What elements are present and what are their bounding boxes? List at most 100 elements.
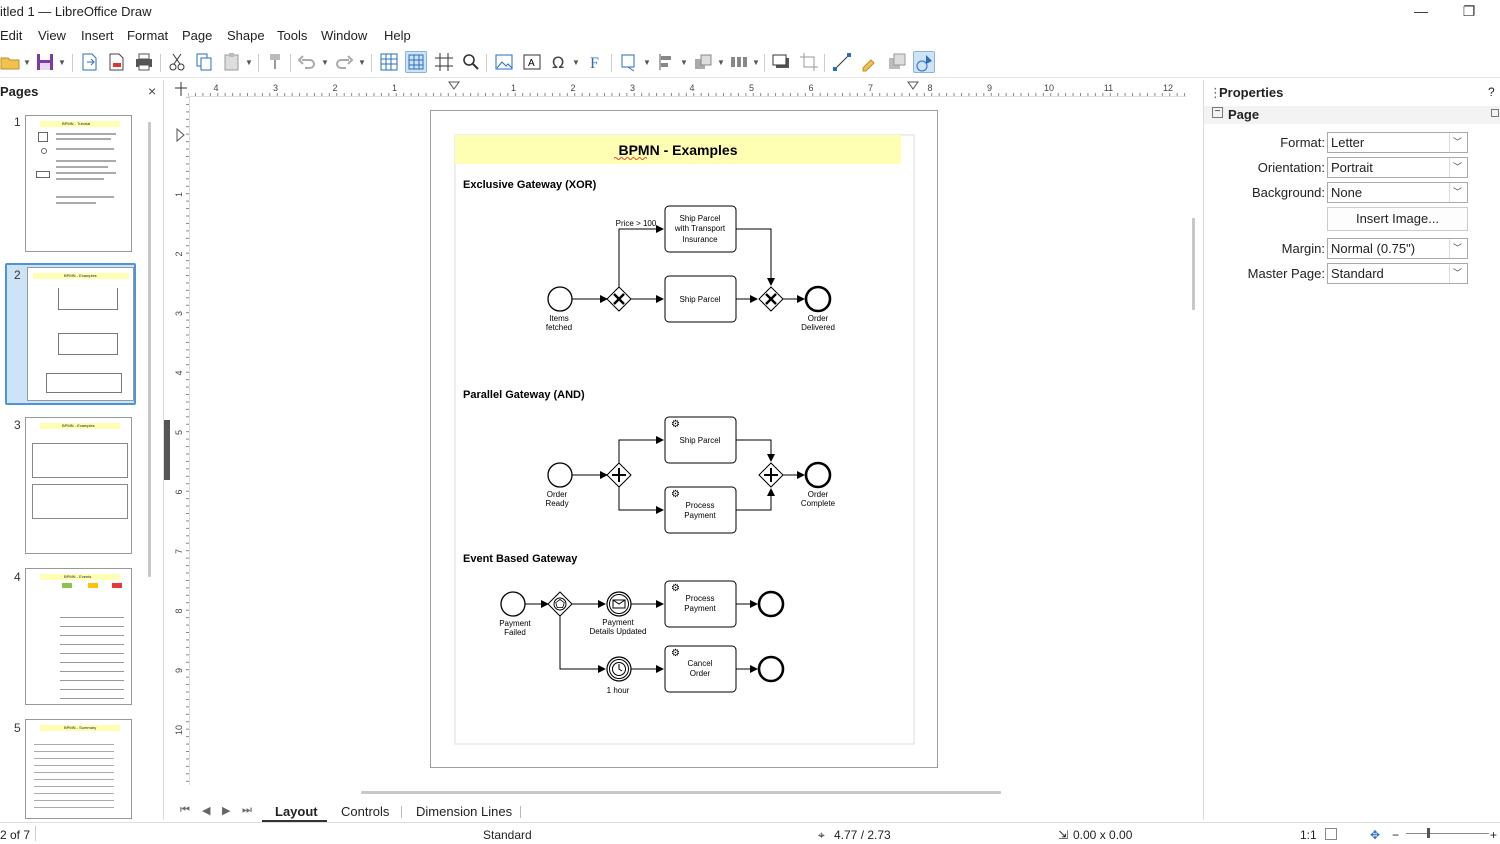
special-character-icon[interactable]: Ω [548, 51, 570, 73]
more-options-icon[interactable] [1491, 109, 1499, 117]
page-thumbnail-4[interactable]: BPMN - Events [25, 568, 132, 705]
save-icon[interactable] [34, 51, 56, 73]
points-edit-icon[interactable] [831, 51, 853, 73]
page-thumbnail-2[interactable]: BPMN - Examples [27, 267, 134, 401]
page-thumbnail-3[interactable]: BPMN - Examples [25, 417, 132, 554]
menu-window[interactable]: Window [321, 28, 367, 43]
close-pages-pane-button[interactable]: × [148, 83, 156, 99]
show-draw-functions-icon[interactable] [913, 51, 935, 73]
ruler-margin-marker[interactable] [448, 81, 460, 90]
arrange-icon[interactable] [692, 51, 714, 73]
thumb-text-line [56, 148, 114, 150]
start-event-items-fetched [547, 286, 573, 312]
transformations-icon[interactable] [618, 51, 640, 73]
menu-shape[interactable]: Shape [227, 28, 265, 43]
zoom-slider-handle[interactable] [1427, 828, 1430, 838]
snap-to-grid-icon[interactable] [405, 51, 427, 73]
master-page-indicator[interactable]: Standard [483, 828, 532, 842]
vertical-ruler[interactable]: 1 2 3 4 5 6 7 8 9 10 [174, 96, 190, 785]
page-thumbnail-5[interactable]: BPMN - Summary [25, 719, 132, 819]
cut-icon[interactable] [166, 51, 188, 73]
distribute-dropdown-icon[interactable]: ▼ [752, 58, 760, 67]
fit-page-icon[interactable]: ✥ [1370, 828, 1380, 842]
pages-scrollbar[interactable] [148, 122, 151, 577]
align-dropdown-icon[interactable]: ▼ [680, 58, 688, 67]
menu-tools[interactable]: Tools [277, 28, 307, 43]
tab-dimension-lines[interactable]: Dimension Lines [416, 804, 512, 819]
ruler-margin-marker[interactable] [907, 81, 919, 90]
tab-layout[interactable]: Layout [262, 800, 327, 822]
format-select[interactable]: Letter ﹀ [1327, 132, 1468, 153]
menu-help[interactable]: Help [384, 28, 411, 43]
first-tab-icon[interactable]: ⏮ [180, 804, 190, 817]
open-dropdown-icon[interactable]: ▼ [23, 58, 31, 67]
zoom-slider[interactable] [1406, 833, 1489, 834]
tab-controls[interactable]: Controls [341, 804, 389, 819]
ruler-label: 2 [332, 83, 337, 93]
zoom-in-icon[interactable]: + [1490, 828, 1497, 842]
transformations-dropdown-icon[interactable]: ▼ [643, 58, 651, 67]
export-pdf-icon[interactable] [105, 51, 127, 73]
print-icon[interactable] [133, 51, 155, 73]
align-objects-icon[interactable] [656, 51, 678, 73]
clone-formatting-icon[interactable] [264, 51, 286, 73]
thumb-title: BPMN - Examples [64, 273, 97, 278]
page-indicator[interactable]: 2 of 7 [0, 828, 30, 842]
export-icon[interactable] [78, 51, 100, 73]
background-select[interactable]: None ﹀ [1327, 182, 1468, 203]
margin-select[interactable]: Normal (0.75") ﹀ [1327, 238, 1468, 259]
page-section-header[interactable]: − Page [1204, 106, 1500, 124]
previous-tab-icon[interactable]: ◀ [202, 804, 210, 817]
zoom-out-icon[interactable]: − [1392, 828, 1399, 842]
horizontal-ruler[interactable]: 4 3 2 1 1 2 3 4 5 6 7 8 9 10 11 12 [187, 80, 1186, 97]
menu-format[interactable]: Format [127, 28, 168, 43]
restore-button[interactable]: ❐ [1446, 2, 1492, 22]
redo-icon[interactable] [333, 51, 355, 73]
fontwork-icon[interactable]: F [585, 51, 607, 73]
master-page-select[interactable]: Standard ﹀ [1327, 263, 1468, 284]
insert-textbox-icon[interactable]: A [521, 51, 543, 73]
insert-image-button[interactable]: Insert Image... [1327, 207, 1468, 231]
menu-view[interactable]: View [38, 28, 66, 43]
menu-page[interactable]: Page [182, 28, 212, 43]
menu-edit[interactable]: Edit [0, 28, 22, 43]
shadow-icon[interactable] [770, 51, 792, 73]
collapse-section-icon[interactable]: − [1212, 107, 1223, 118]
ruler-origin[interactable] [174, 80, 188, 97]
open-folder-icon[interactable] [0, 51, 22, 73]
paste-dropdown-icon[interactable]: ▼ [245, 58, 253, 67]
helplines-icon[interactable] [433, 51, 455, 73]
document-modified-icon[interactable] [1325, 828, 1337, 840]
next-tab-icon[interactable]: ▶ [222, 804, 230, 817]
special-character-dropdown-icon[interactable]: ▼ [572, 58, 580, 67]
orientation-select[interactable]: Portrait ﹀ [1327, 157, 1468, 178]
ruler-margin-marker[interactable] [176, 127, 185, 143]
page-thumbnail-1[interactable]: BPMN - Tutorial [25, 115, 132, 252]
undo-icon[interactable] [296, 51, 318, 73]
position-icon: ⌖ [818, 828, 825, 842]
display-grid-icon[interactable] [378, 51, 400, 73]
copy-icon[interactable] [193, 51, 215, 73]
crop-image-icon[interactable] [798, 51, 820, 73]
last-tab-icon[interactable]: ⏭ [242, 804, 252, 817]
distribute-icon[interactable] [728, 51, 750, 73]
minimize-button[interactable]: — [1398, 2, 1444, 22]
toggle-extrusion-icon[interactable] [886, 51, 908, 73]
paste-icon[interactable] [221, 51, 243, 73]
zoom-pan-icon[interactable] [460, 51, 482, 73]
menu-insert[interactable]: Insert [81, 28, 114, 43]
undo-dropdown-icon[interactable]: ▼ [321, 58, 329, 67]
help-button[interactable]: ? [1488, 85, 1495, 99]
drawing-page[interactable]: BPMN - Examples Exclusive Gateway (XOR) … [430, 110, 938, 768]
canvas-vertical-scrollbar[interactable] [1192, 218, 1195, 310]
ruler-label: 7 [174, 549, 184, 554]
glue-points-icon[interactable] [858, 51, 880, 73]
start-event-label: Payment [499, 619, 531, 628]
pages-pane-collapse-handle[interactable] [164, 420, 170, 480]
condition-label: Price > 100 [616, 219, 657, 228]
save-dropdown-icon[interactable]: ▼ [58, 58, 66, 67]
arrange-dropdown-icon[interactable]: ▼ [717, 58, 725, 67]
insert-image-icon[interactable] [493, 51, 515, 73]
canvas-horizontal-scrollbar[interactable] [361, 791, 1001, 794]
redo-dropdown-icon[interactable]: ▼ [358, 58, 366, 67]
